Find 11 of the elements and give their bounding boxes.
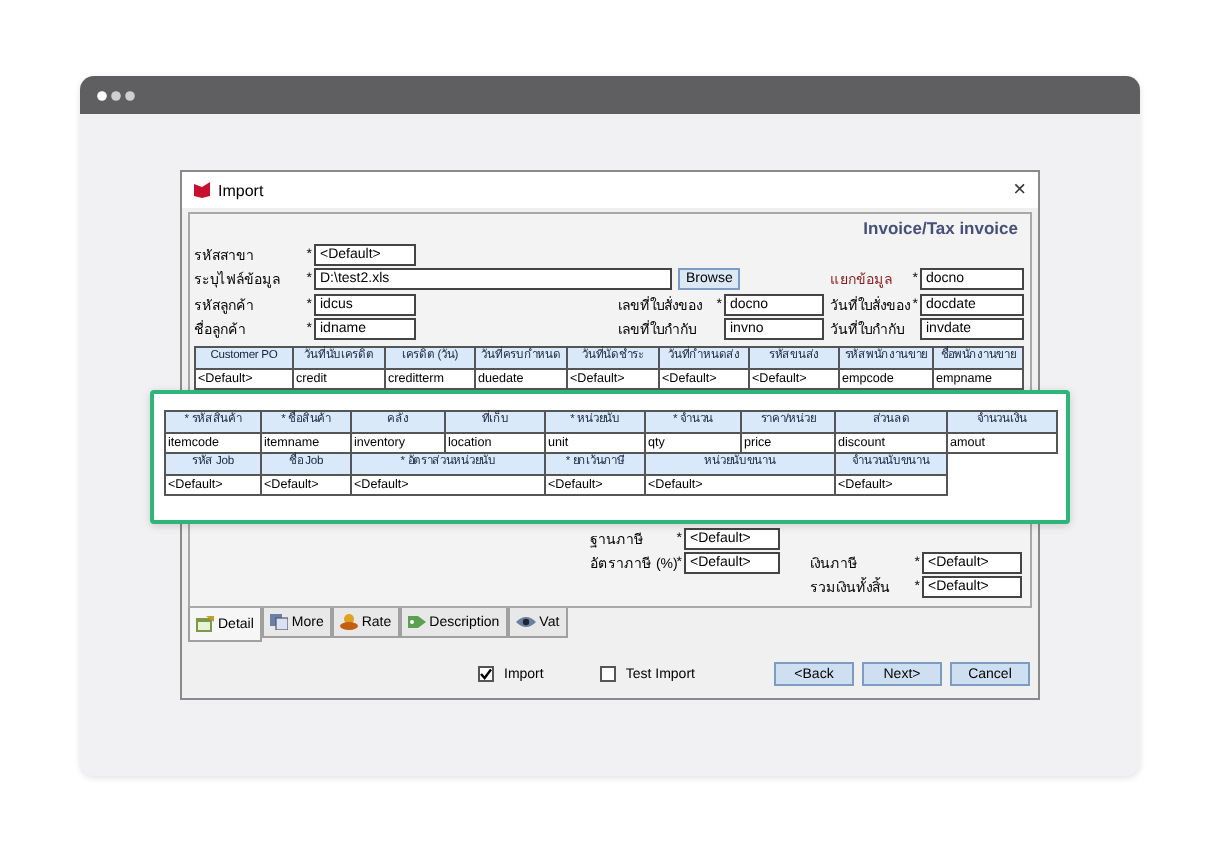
app-icon [194,182,210,198]
window-title: Import [218,181,266,199]
eye-icon [515,614,536,630]
tag-icon [407,614,426,630]
close-button[interactable]: × [1013,178,1026,202]
window-dots-icon [96,89,140,101]
coins-icon [339,614,358,630]
table-icon [196,616,214,632]
check-icon [480,668,492,680]
form-heading: Invoice/Tax invoice [861,216,1020,240]
documents-icon [269,614,288,630]
